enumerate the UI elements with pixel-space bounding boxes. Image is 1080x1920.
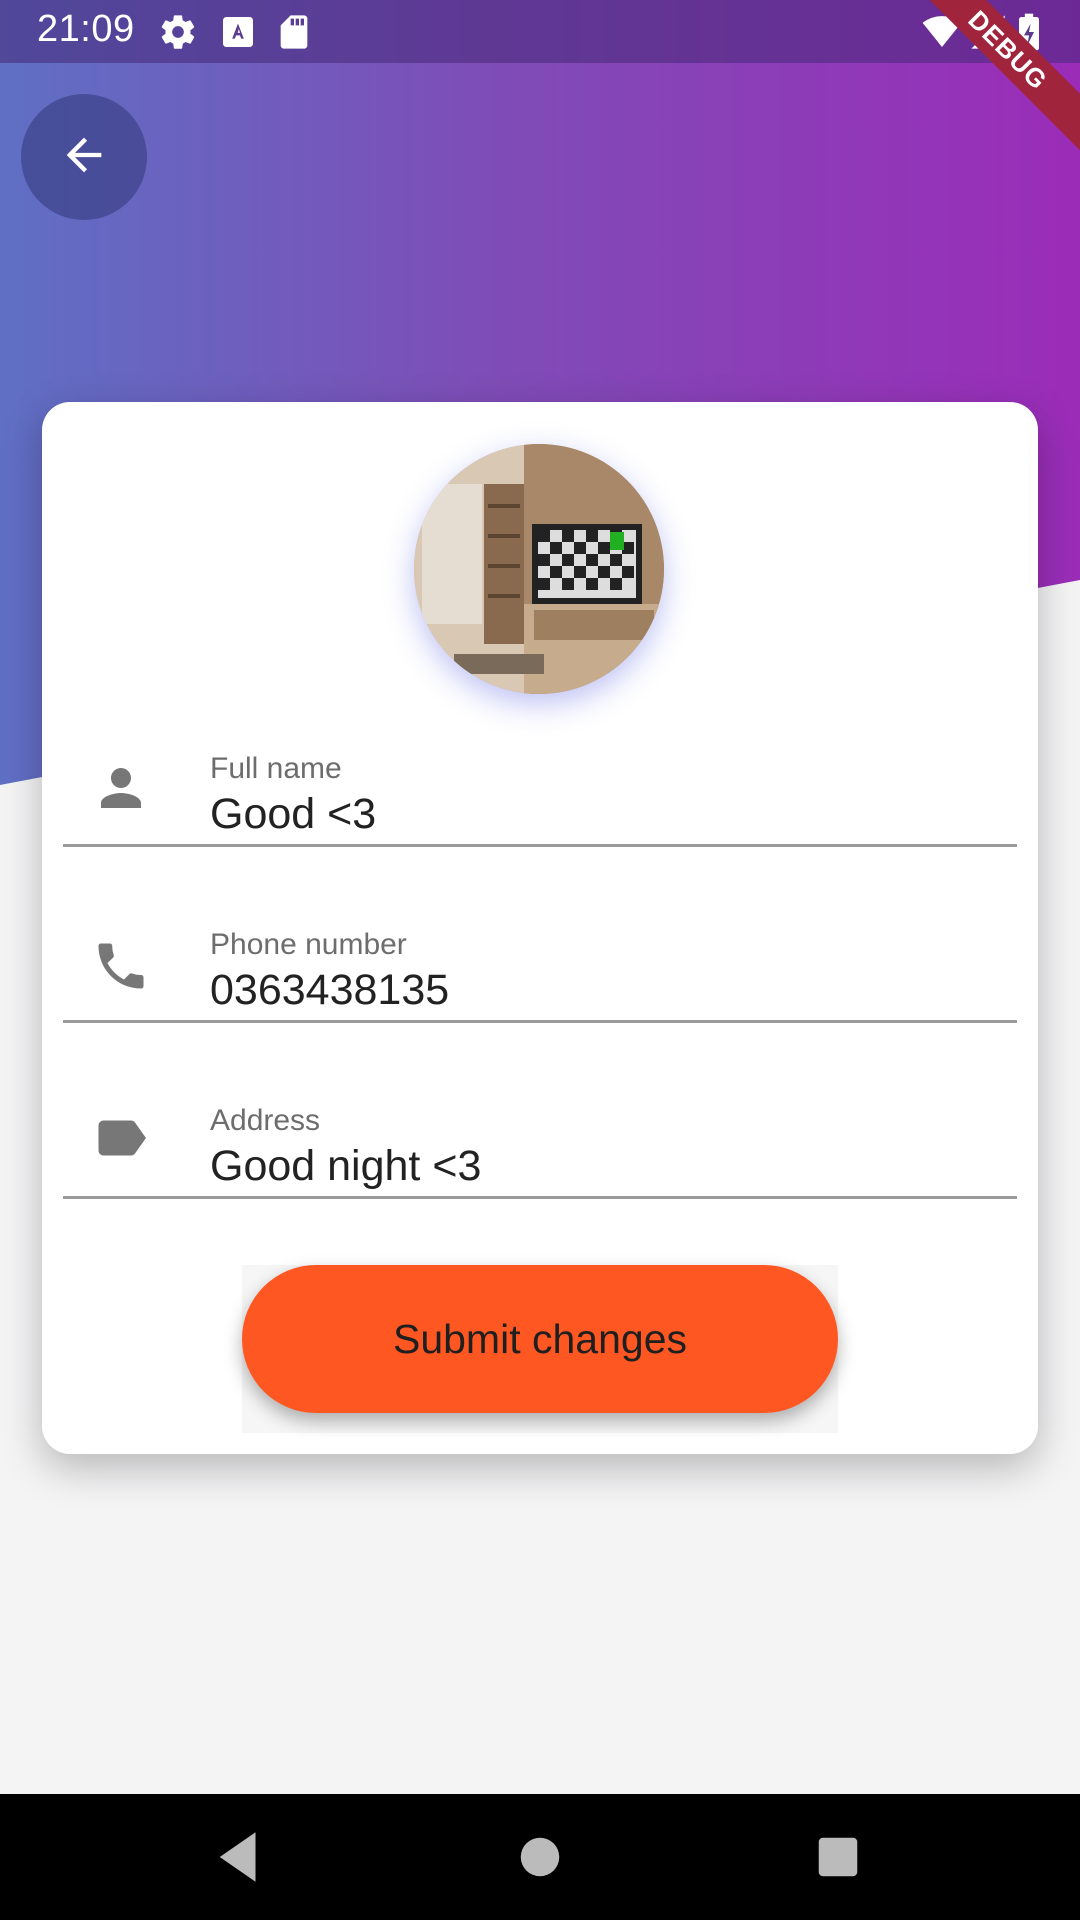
back-triangle-icon[interactable] xyxy=(206,1824,272,1890)
navigation-bar xyxy=(0,1794,1080,1920)
phone-number-value[interactable]: 0363438135 xyxy=(210,966,449,1015)
address-value[interactable]: Good night <3 xyxy=(210,1142,481,1191)
submit-changes-button[interactable]: Submit changes xyxy=(242,1265,838,1413)
sd-card-icon xyxy=(274,12,314,52)
full-name-field[interactable]: Full name Good <3 xyxy=(63,668,1017,847)
back-button[interactable] xyxy=(21,94,147,220)
settings-icon xyxy=(158,12,198,52)
home-circle-icon[interactable] xyxy=(507,1824,573,1890)
full-name-value[interactable]: Good <3 xyxy=(210,790,376,839)
phone-number-field[interactable]: Phone number 0363438135 xyxy=(63,844,1017,1023)
status-bar: 21:09 DEBUG xyxy=(0,0,1080,157)
a-keyboard-icon xyxy=(218,12,258,52)
phone-number-label: Phone number xyxy=(210,928,407,961)
profile-card: Full name Good <3 Phone number 036343813… xyxy=(42,402,1038,1454)
full-name-label: Full name xyxy=(210,752,342,785)
label-tag-icon xyxy=(91,1108,151,1168)
address-label: Address xyxy=(210,1104,321,1137)
address-field[interactable]: Address Good night <3 xyxy=(63,1020,1017,1199)
phone-icon xyxy=(91,936,151,996)
person-icon xyxy=(91,758,151,818)
submit-area: Submit changes xyxy=(242,1265,838,1433)
recents-square-icon[interactable] xyxy=(805,1824,871,1890)
avatar[interactable] xyxy=(414,444,664,694)
arrow-back-icon xyxy=(58,129,110,186)
status-time: 21:09 xyxy=(37,8,135,50)
